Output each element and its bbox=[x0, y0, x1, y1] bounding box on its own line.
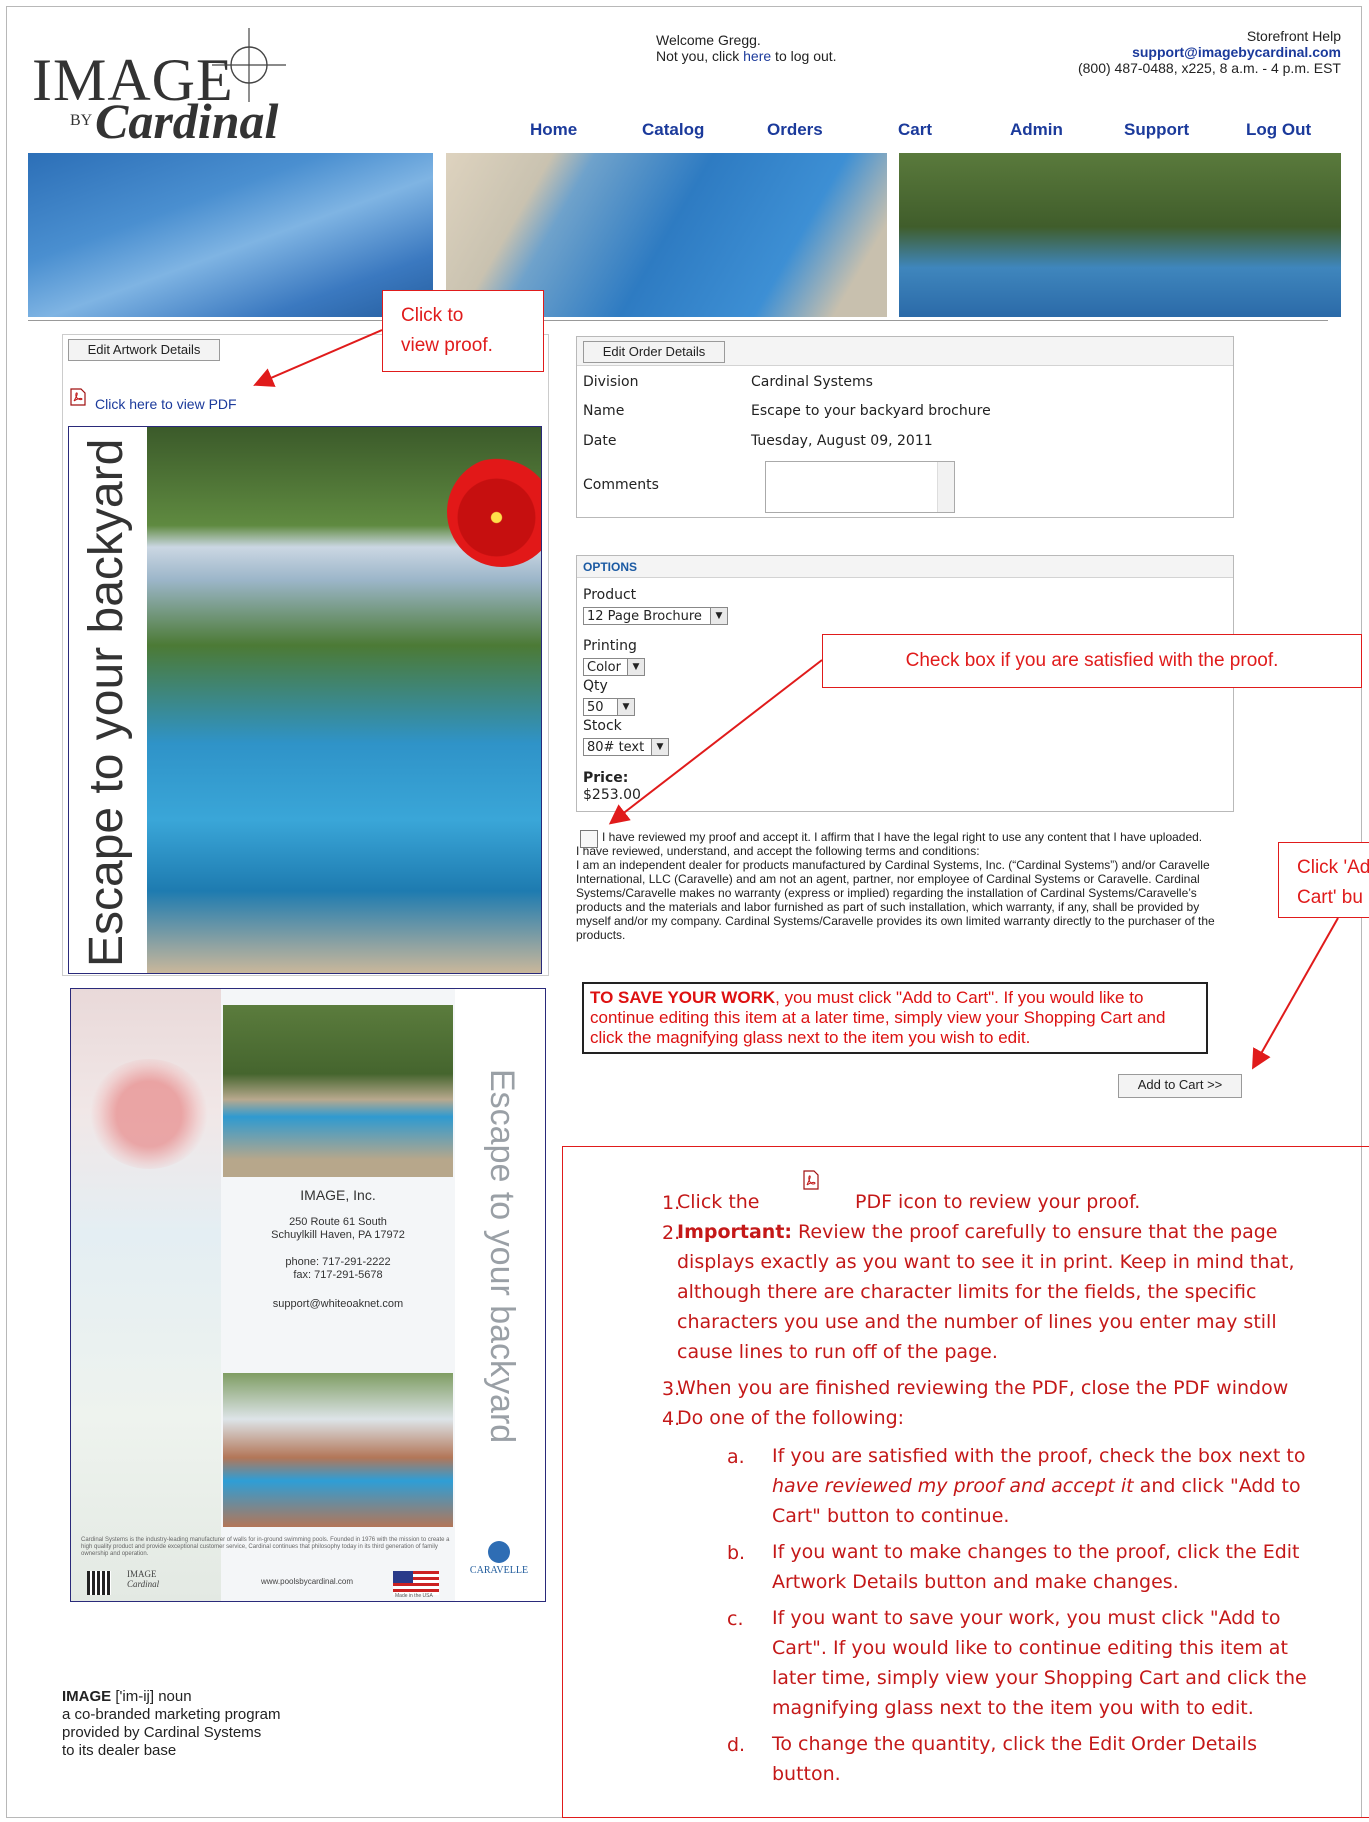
step-4a-line-2: have reviewed my proof and accept it and… bbox=[772, 1471, 1301, 1501]
step-4d-letter: d. bbox=[727, 1734, 746, 1756]
step-4c-line-3: later time, simply view your Shopping Ca… bbox=[772, 1667, 1307, 1689]
step-2-line-2: displays exactly as you want to see it i… bbox=[677, 1251, 1295, 1273]
step-3-text: When you are finished reviewing the PDF,… bbox=[677, 1377, 1289, 1399]
step-4b-line-1: If you want to make changes to the proof… bbox=[772, 1541, 1300, 1563]
step-2-line-5: cause lines to run off of the page. bbox=[677, 1341, 998, 1363]
step-4a-line-1: If you are satisfied with the proof, che… bbox=[772, 1445, 1306, 1467]
step-4-text: Do one of the following: bbox=[677, 1407, 905, 1429]
step-2-line-4: characters you use and the number of lin… bbox=[677, 1311, 1277, 1333]
step-4a-italic: have reviewed my proof and accept it bbox=[772, 1475, 1134, 1497]
step-2-l1: Review the proof carefully to ensure tha… bbox=[792, 1221, 1278, 1243]
step-4a-line-3: Cart" button to continue. bbox=[772, 1505, 1010, 1527]
step-4c-line-1: If you want to save your work, you must … bbox=[772, 1607, 1281, 1629]
step-4c-line-4: magnifying glass next to the item you wi… bbox=[772, 1697, 1254, 1719]
step-1-text-pre: Click the bbox=[677, 1191, 760, 1213]
step-4d-line-1: To change the quantity, click the Edit O… bbox=[772, 1733, 1257, 1755]
step-4a-rest: and click "Add to bbox=[1133, 1475, 1301, 1497]
pdf-icon bbox=[803, 1170, 819, 1190]
step-4d-line-2: button. bbox=[772, 1763, 841, 1785]
step-2-line-1: Important: Review the proof carefully to… bbox=[677, 1217, 1278, 1247]
step-4b-letter: b. bbox=[727, 1542, 746, 1564]
step-4c-letter: c. bbox=[727, 1608, 744, 1630]
step-1-text-post: PDF icon to review your proof. bbox=[855, 1191, 1141, 1213]
step-2-line-3: although there are character limits for … bbox=[677, 1281, 1257, 1303]
step-2-important: Important: bbox=[677, 1221, 793, 1243]
step-4c-line-2: Cart". If you would like to continue edi… bbox=[772, 1637, 1288, 1659]
step-4b-line-2: Artwork Details button and make changes. bbox=[772, 1571, 1179, 1593]
step-4a-letter: a. bbox=[727, 1446, 745, 1468]
